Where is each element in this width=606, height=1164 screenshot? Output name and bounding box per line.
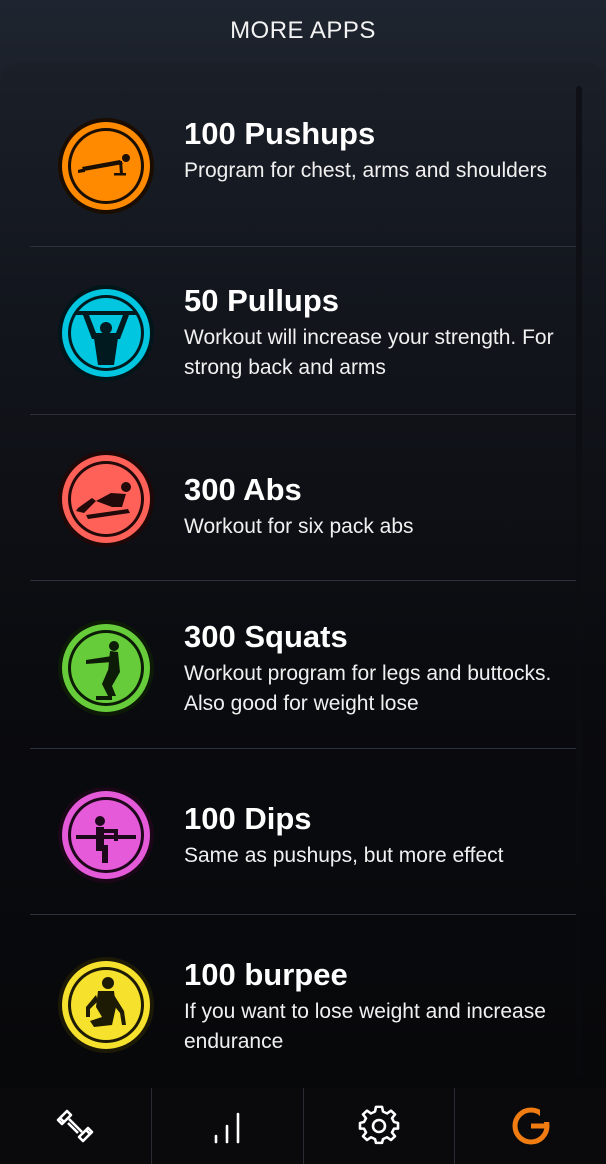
app-item-100-dips[interactable]: 100 Dips Same as pushups, but more effec… <box>30 749 576 915</box>
app-description: Workout program for legs and buttocks. A… <box>184 662 552 715</box>
stats-icon <box>214 1112 240 1144</box>
app-description: Workout will increase your strength. For… <box>184 326 554 379</box>
app-description: If you want to lose weight and increase … <box>184 1000 546 1053</box>
pushups-icon <box>56 116 156 216</box>
app-item-100-burpee[interactable]: 100 burpee If you want to lose weight an… <box>30 915 576 1085</box>
app-title: 100 Dips <box>184 801 312 836</box>
abs-icon <box>56 449 156 549</box>
page-title: MORE APPS <box>230 17 376 44</box>
app-title: 100 burpee <box>184 957 348 992</box>
app-description: Workout for six pack abs <box>184 515 414 538</box>
header: MORE APPS <box>0 0 606 64</box>
dumbbell-icon <box>57 1109 94 1143</box>
bottom-nav <box>0 1088 606 1164</box>
nav-more-apps-button[interactable] <box>455 1088 606 1164</box>
burpee-icon <box>56 955 156 1055</box>
dips-icon <box>56 785 156 885</box>
app-title: 300 Squats <box>184 619 348 654</box>
nav-stats-button[interactable] <box>152 1088 304 1164</box>
more-apps-logo-icon <box>512 1107 550 1145</box>
apps-list: 100 Pushups Program for chest, arms and … <box>30 80 576 1085</box>
squats-icon <box>56 618 156 718</box>
app-item-300-squats[interactable]: 300 Squats Workout program for legs and … <box>30 581 576 749</box>
app-description: Program for chest, arms and shoulders <box>184 159 547 182</box>
scrollbar[interactable] <box>576 86 582 1076</box>
app-title: 100 Pushups <box>184 116 376 151</box>
apps-panel: 100 Pushups Program for chest, arms and … <box>0 62 606 1088</box>
app-title: 300 Abs <box>184 472 302 507</box>
gear-icon <box>358 1105 400 1145</box>
app-description: Same as pushups, but more effect <box>184 844 504 867</box>
app-item-50-pullups[interactable]: 50 Pullups Workout will increase your st… <box>30 247 576 415</box>
app-title: 50 Pullups <box>184 283 340 318</box>
pullups-icon <box>56 283 156 383</box>
nav-workout-button[interactable] <box>0 1088 152 1164</box>
nav-settings-button[interactable] <box>304 1088 456 1164</box>
more-apps-screen: MORE APPS 100 Pushups Program for chest,… <box>0 0 606 1164</box>
app-item-300-abs[interactable]: 300 Abs Workout for six pack abs <box>30 415 576 581</box>
app-item-100-pushups[interactable]: 100 Pushups Program for chest, arms and … <box>30 80 576 247</box>
